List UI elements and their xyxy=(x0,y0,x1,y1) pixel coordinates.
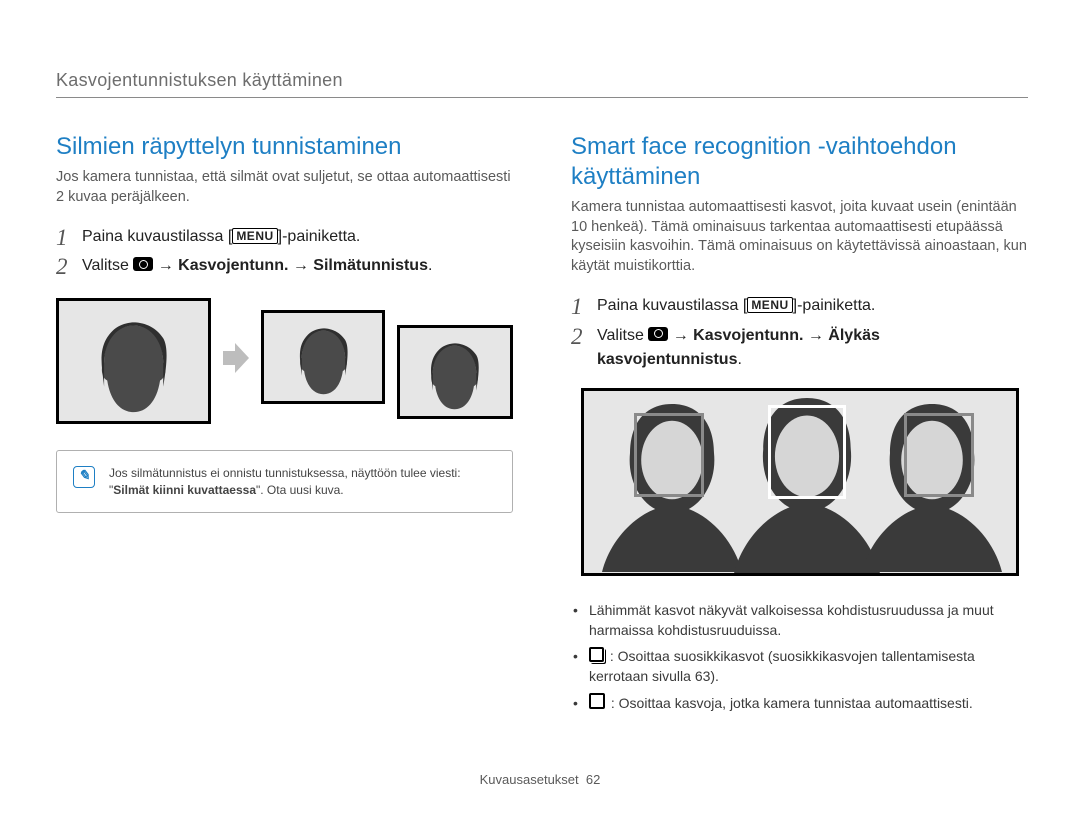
note-icon: ✎ xyxy=(73,466,95,488)
step2-text-pre: Valitse xyxy=(82,257,133,274)
right-column: Smart face recognition -vaihtoehdon käyt… xyxy=(571,132,1028,727)
step-number: 2 xyxy=(56,254,82,279)
face-silhouette-icon xyxy=(415,338,494,415)
step2-text-end: . xyxy=(428,257,432,274)
step2-text-end: . xyxy=(737,351,741,368)
step1-text-pre: Paina kuvaustilassa [ xyxy=(82,228,232,245)
step2-text-pre: Valitse xyxy=(597,327,648,344)
face-silhouette-icon xyxy=(80,315,187,421)
note-text-post: ". Ota uusi kuva. xyxy=(256,483,344,497)
step1-text-post: ]-painiketta. xyxy=(278,228,361,245)
auto-face-frame-icon xyxy=(589,693,605,709)
bullet-2-text: : Osoittaa suosikkikasvot (suosikkikasvo… xyxy=(589,648,975,684)
note-box: ✎ Jos silmätunnistus ei onnistu tunnistu… xyxy=(56,450,513,514)
step-number: 1 xyxy=(56,225,82,250)
note-text-bold: Silmät kiinni kuvattaessa xyxy=(113,483,256,497)
menu-button-label: MENU xyxy=(747,297,792,313)
left-step-1: 1 Paina kuvaustilassa [MENU]-painiketta. xyxy=(56,225,513,250)
page-footer: Kuvausasetukset 62 xyxy=(0,772,1080,787)
focus-box-gray xyxy=(634,413,704,497)
bullet-item: Lähimmät kasvot näkyvät valkoisessa kohd… xyxy=(573,600,1028,641)
left-step-2: 2 Valitse → Kasvojentunn. → Silmätunnist… xyxy=(56,254,513,279)
bullet-3-text: : Osoittaa kasvoja, jotka kamera tunnist… xyxy=(607,695,973,711)
step1-text-pre: Paina kuvaustilassa [ xyxy=(597,297,747,314)
right-step-1: 1 Paina kuvaustilassa [MENU]-painiketta. xyxy=(571,294,1028,319)
left-section-title: Silmien räpyttelyn tunnistaminen xyxy=(56,132,513,162)
face-silhouette-icon xyxy=(281,323,366,400)
step1-text-post: ]-painiketta. xyxy=(793,297,876,314)
blink-photo-small-1 xyxy=(261,310,385,404)
camera-icon xyxy=(133,257,153,271)
step-number: 2 xyxy=(571,324,597,349)
step-number: 1 xyxy=(571,294,597,319)
menu-button-label: MENU xyxy=(232,228,277,244)
right-step-2: 2 Valitse → Kasvojentunn. → Älykäs kasvo… xyxy=(571,324,1028,372)
right-section-title: Smart face recognition -vaihtoehdon käyt… xyxy=(571,132,1028,192)
blink-photo-small-2 xyxy=(397,325,513,419)
step2-bold-path: → Kasvojentunn. → Silmätunnistus xyxy=(153,257,428,274)
focus-box-gray xyxy=(904,413,974,497)
blink-photo-large xyxy=(56,298,211,424)
camera-icon xyxy=(648,327,668,341)
bullet-item: : Osoittaa kasvoja, jotka kamera tunnist… xyxy=(573,693,1028,713)
footer-section-label: Kuvausasetukset xyxy=(480,772,579,787)
blink-illustration-row xyxy=(56,298,513,424)
favorite-face-frame-icon xyxy=(589,647,604,662)
left-intro-text: Jos kamera tunnistaa, että silmät ovat s… xyxy=(56,168,513,207)
focus-box-white xyxy=(768,405,846,499)
group-photo-illustration xyxy=(581,388,1019,576)
bullet-1-text: Lähimmät kasvot näkyvät valkoisessa kohd… xyxy=(589,602,994,638)
right-intro-text: Kamera tunnistaa automaattisesti kasvot,… xyxy=(571,198,1028,276)
footer-page-number: 62 xyxy=(586,772,600,787)
left-column: Silmien räpyttelyn tunnistaminen Jos kam… xyxy=(56,132,513,727)
bullet-list: Lähimmät kasvot näkyvät valkoisessa kohd… xyxy=(571,600,1028,713)
arrow-right-icon xyxy=(223,343,249,378)
page-header: Kasvojentunnistuksen käyttäminen xyxy=(56,70,1028,98)
bullet-item: : Osoittaa suosikkikasvot (suosikkikasvo… xyxy=(573,646,1028,687)
